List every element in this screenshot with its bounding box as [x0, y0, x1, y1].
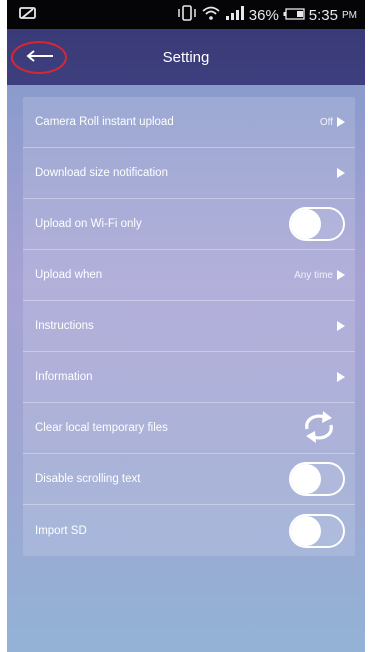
toggle-knob: [291, 464, 321, 494]
setting-label: Upload on Wi-Fi only: [35, 218, 142, 230]
setting-download-size-notification[interactable]: Download size notification: [23, 148, 355, 199]
setting-upload-when[interactable]: Upload when Any time: [23, 250, 355, 301]
battery-percent: 36%: [248, 6, 279, 24]
setting-camera-roll-upload[interactable]: Camera Roll instant upload Off: [23, 97, 355, 148]
setting-instructions[interactable]: Instructions: [23, 301, 355, 352]
setting-label: Download size notification: [35, 167, 168, 179]
refresh-icon[interactable]: [299, 409, 339, 448]
phone-screen: 36% 5:35 PM Setting Camera Roll instant …: [7, 0, 365, 652]
setting-label: Import SD: [35, 524, 87, 537]
image-icon: [19, 6, 37, 24]
chevron-right-icon: [337, 117, 345, 127]
setting-disable-scrolling-text: Disable scrolling text: [23, 454, 355, 505]
toggle-knob: [291, 515, 321, 546]
vibrate-icon: [177, 5, 197, 25]
setting-import-sd: Import SD: [23, 505, 355, 556]
battery-icon: [283, 7, 305, 24]
chevron-right-icon: [337, 168, 345, 178]
setting-upload-wifi-only: Upload on Wi-Fi only: [23, 199, 355, 250]
import-sd-toggle[interactable]: [289, 513, 345, 548]
arrow-left-icon: [24, 49, 54, 67]
wifi-icon: [201, 5, 221, 25]
setting-label: Instructions: [35, 320, 94, 332]
chevron-right-icon: [337, 321, 345, 331]
setting-value: Any time: [294, 269, 333, 281]
setting-label: Upload when: [35, 269, 103, 281]
settings-list: Camera Roll instant upload Off Download …: [23, 97, 355, 556]
chevron-right-icon: [337, 270, 345, 280]
setting-clear-temp-files: Clear local temporary files: [23, 403, 355, 454]
setting-information[interactable]: Information: [23, 352, 355, 403]
setting-value: Off: [319, 116, 333, 128]
settings-content: Camera Roll instant upload Off Download …: [7, 85, 365, 652]
app-header: Setting: [7, 29, 365, 85]
status-bar: 36% 5:35 PM: [7, 0, 365, 29]
setting-label: Camera Roll instant upload: [35, 116, 174, 128]
setting-label: Disable scrolling text: [35, 473, 141, 485]
disable-scrolling-toggle[interactable]: [289, 462, 345, 496]
clock-time: 5:35: [308, 6, 338, 24]
clock-ampm: PM: [342, 9, 357, 21]
toggle-knob: [291, 209, 321, 239]
setting-label: Information: [35, 371, 93, 383]
signal-icon: [225, 5, 245, 25]
back-button[interactable]: [11, 41, 67, 74]
wifi-only-toggle[interactable]: [289, 207, 345, 241]
page-title: Setting: [162, 48, 210, 66]
setting-label: Clear local temporary files: [35, 422, 168, 434]
chevron-right-icon: [337, 372, 345, 382]
